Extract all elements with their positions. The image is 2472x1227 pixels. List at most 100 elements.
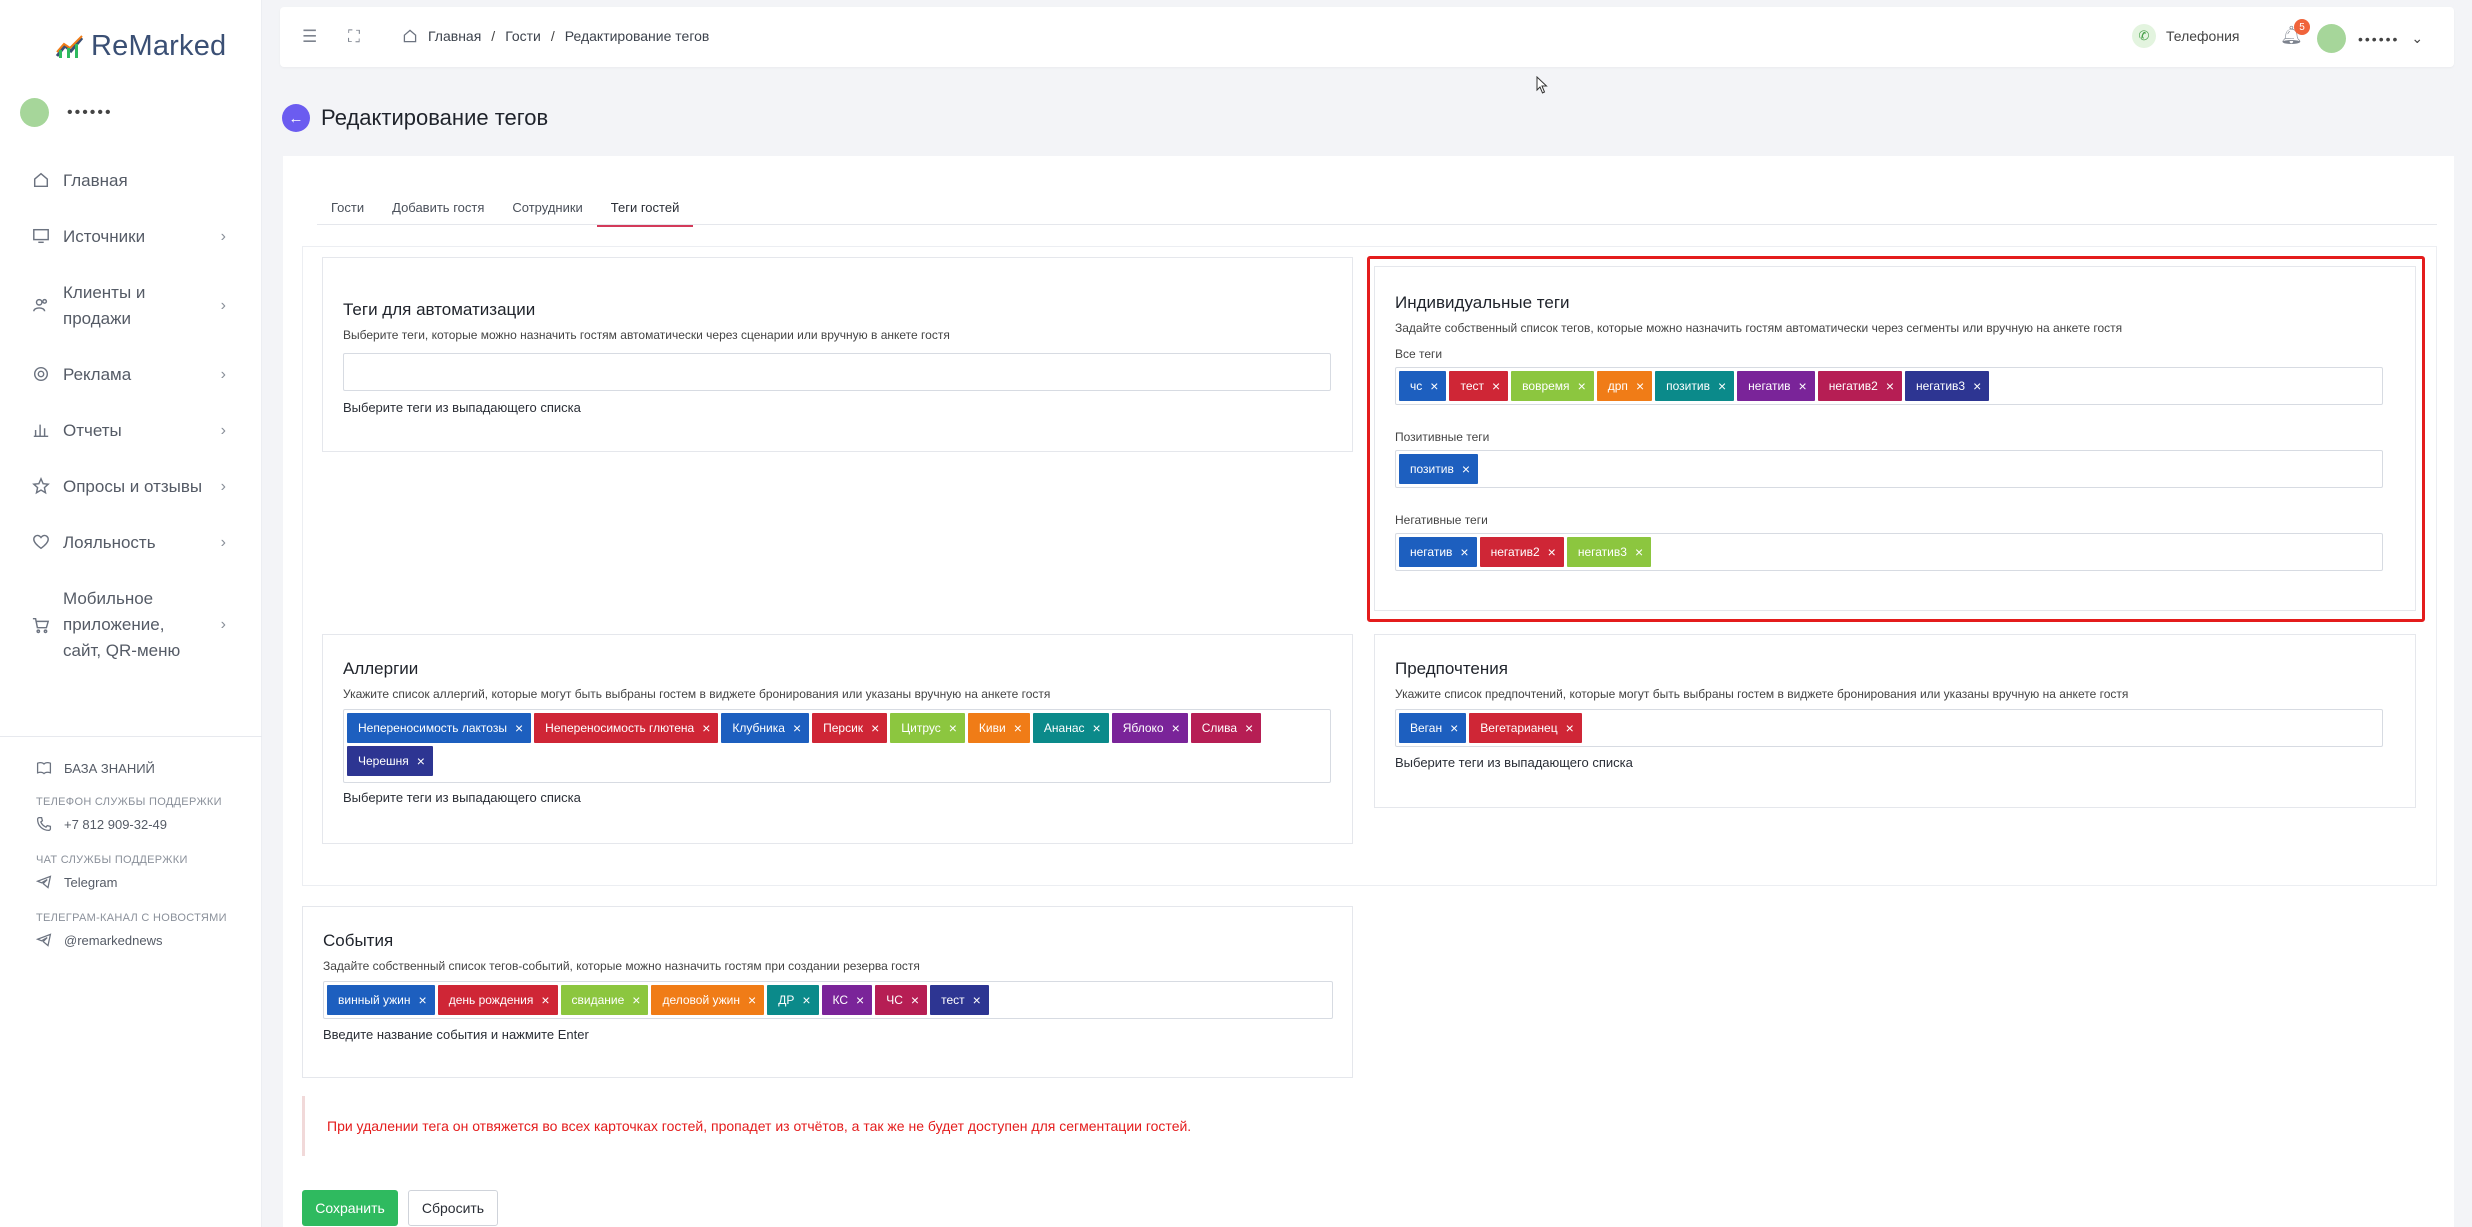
- telephony-button[interactable]: ✆ Телефония: [2132, 24, 2239, 48]
- allergy-tag: Клубника ×: [721, 713, 810, 743]
- book-icon: [36, 762, 52, 775]
- remove-tag-icon[interactable]: ×: [856, 993, 864, 1007]
- tag-label: Веган: [1410, 721, 1443, 735]
- news-channel-link[interactable]: @remarkednews: [36, 932, 256, 948]
- knowledge-base-link[interactable]: БАЗА ЗНАНИЙ: [36, 760, 256, 776]
- remove-tag-icon[interactable]: ×: [1014, 721, 1022, 735]
- events-input[interactable]: винный ужин × день рождения × свидание × делов…: [323, 981, 1333, 1019]
- page-title-row: ← Редактирование тегов: [282, 104, 548, 132]
- events-section: События Задайте собственный список тегов…: [302, 906, 1353, 1078]
- remove-tag-icon[interactable]: ×: [949, 721, 957, 735]
- home-icon: [403, 29, 417, 43]
- tabs: Гости Добавить гостя Сотрудники Теги гос…: [317, 194, 694, 227]
- tag-label: ДР: [778, 993, 795, 1007]
- remove-tag-icon[interactable]: ×: [1566, 721, 1574, 735]
- allergies-input[interactable]: Непереносимость лактозы × Непереносимость …: [343, 709, 1331, 783]
- sidebar-item-sources[interactable]: Источники ›: [0, 216, 262, 258]
- logo[interactable]: ReMarked: [55, 30, 226, 63]
- remove-tag-icon[interactable]: ×: [911, 993, 919, 1007]
- main-card: Гости Добавить гостя Сотрудники Теги гос…: [283, 156, 2454, 1227]
- section-title: Предпочтения: [1395, 659, 1508, 678]
- sidebar-item-loyalty[interactable]: Лояльность ›: [0, 522, 262, 564]
- automation-tags-input[interactable]: [343, 353, 1331, 391]
- remove-tag-icon[interactable]: ×: [417, 754, 425, 768]
- bar-chart-icon: [32, 421, 52, 441]
- tag-label: КС: [832, 993, 849, 1007]
- chevron-right-icon: ›: [220, 616, 226, 633]
- tag-label: Непереносимость лактозы: [358, 721, 507, 735]
- sidebar-item-surveys[interactable]: Опросы и отзывы ›: [0, 466, 262, 508]
- save-button[interactable]: Сохранить: [302, 1190, 398, 1226]
- tab-add-guest[interactable]: Добавить гостя: [378, 194, 498, 227]
- automation-hint: Выберите теги из выпадающего списка: [343, 400, 581, 415]
- events-hint: Введите название события и нажмите Enter: [323, 1027, 589, 1042]
- remove-tag-icon[interactable]: ×: [748, 993, 756, 1007]
- knowledge-base-label: БАЗА ЗНАНИЙ: [64, 760, 155, 776]
- preferences-input[interactable]: Веган × Вегетарианец ×: [1395, 709, 2383, 747]
- breadcrumb-home[interactable]: Главная: [428, 28, 481, 44]
- remove-tag-icon[interactable]: ×: [871, 721, 879, 735]
- event-tag: КС ×: [821, 985, 873, 1015]
- remove-tag-icon[interactable]: ×: [1450, 721, 1458, 735]
- sidebar-item-mobile-app[interactable]: Мобильное приложение, сайт, QR-меню ›: [0, 578, 230, 672]
- allergy-tag: Непереносимость глютена ×: [534, 713, 719, 743]
- remove-tag-icon[interactable]: ×: [632, 993, 640, 1007]
- sidebar-user[interactable]: ••••••: [20, 98, 113, 127]
- brand-name: ReMarked: [91, 30, 227, 62]
- sidebar-item-clients[interactable]: Клиенты и продажи ›: [0, 272, 230, 340]
- sidebar-item-reports[interactable]: Отчеты ›: [0, 410, 262, 452]
- remove-tag-icon[interactable]: ×: [541, 993, 549, 1007]
- mouse-cursor-icon: [1536, 76, 1548, 94]
- allergy-tag: Цитрус ×: [890, 713, 965, 743]
- tab-guests[interactable]: Гости: [317, 194, 378, 227]
- tag-label: Яблоко: [1122, 721, 1164, 735]
- sidebar-item-label: Лояльность: [63, 533, 156, 552]
- allergy-tag: Киви ×: [967, 713, 1030, 743]
- remove-tag-icon[interactable]: ×: [419, 993, 427, 1007]
- remove-tag-icon[interactable]: ×: [702, 721, 710, 735]
- remove-tag-icon[interactable]: ×: [1245, 721, 1253, 735]
- event-tag: винный ужин ×: [327, 985, 435, 1015]
- remove-tag-icon[interactable]: ×: [1093, 721, 1101, 735]
- reset-button[interactable]: Сбросить: [408, 1190, 498, 1226]
- tag-label: свидание: [571, 993, 625, 1007]
- phone-icon: [36, 816, 52, 832]
- sidebar-item-ads[interactable]: Реклама ›: [0, 354, 262, 396]
- section-description: Задайте собственный список тегов-событий…: [323, 959, 920, 973]
- event-tag: свидание ×: [560, 985, 649, 1015]
- menu-icon[interactable]: ☰: [302, 27, 317, 47]
- remove-tag-icon[interactable]: ×: [802, 993, 810, 1007]
- header-user-name: ••••••: [2358, 30, 2400, 47]
- remove-tag-icon[interactable]: ×: [793, 721, 801, 735]
- fullscreen-icon[interactable]: ⛶: [348, 27, 360, 47]
- tab-guest-tags[interactable]: Теги гостей: [596, 194, 694, 227]
- sidebar-item-label: Опросы и отзывы: [63, 477, 203, 496]
- breadcrumb-guests[interactable]: Гости: [505, 28, 541, 44]
- home-icon: [32, 171, 52, 191]
- support-phone-caption: ТЕЛЕФОН СЛУЖБЫ ПОДДЕРЖКИ: [36, 796, 222, 808]
- tag-label: тест: [941, 993, 965, 1007]
- support-chat-link[interactable]: Telegram: [36, 874, 256, 890]
- back-button[interactable]: ←: [282, 104, 310, 132]
- allergy-tag: Яблоко ×: [1111, 713, 1188, 743]
- preferences-section: Предпочтения Укажите список предпочтений…: [1374, 634, 2416, 808]
- highlight-box: [1367, 256, 2425, 622]
- tab-staff[interactable]: Сотрудники: [498, 194, 596, 227]
- remove-tag-icon[interactable]: ×: [515, 721, 523, 735]
- delete-warning: При удалении тега он отвяжется во всех к…: [302, 1096, 2437, 1156]
- chevron-right-icon: ›: [220, 478, 226, 495]
- event-tag: день рождения ×: [437, 985, 558, 1015]
- event-tag: деловой ужин ×: [651, 985, 765, 1015]
- sidebar-item-label: Клиенты и продажи: [63, 283, 146, 328]
- user-menu[interactable]: •••••• ⌄: [2317, 24, 2423, 53]
- remove-tag-icon[interactable]: ×: [973, 993, 981, 1007]
- sidebar-item-home[interactable]: Главная: [0, 160, 262, 202]
- tag-label: Черешня: [358, 754, 409, 768]
- allergy-tag: Персик ×: [812, 713, 888, 743]
- support-phone-link[interactable]: +7 812 909-32-49: [36, 816, 256, 832]
- remove-tag-icon[interactable]: ×: [1172, 721, 1180, 735]
- tag-label: Киви: [978, 721, 1006, 735]
- logo-icon: [55, 34, 84, 58]
- monitor-icon: [32, 227, 52, 247]
- cart-icon: [32, 616, 52, 636]
